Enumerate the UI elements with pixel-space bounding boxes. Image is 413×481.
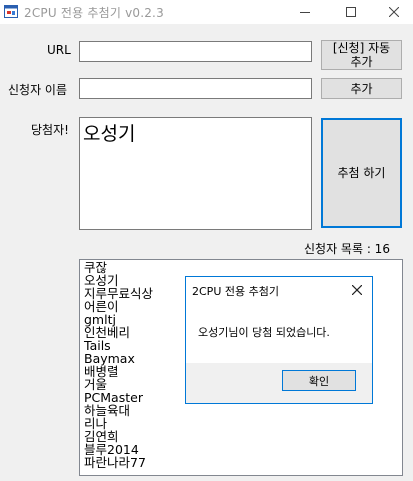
url-label: URL [47, 43, 71, 57]
applicant-name-label: 신청자 이름 [8, 83, 68, 97]
window-title: 2CPU 전용 추첨기 v0.2.3 [24, 6, 164, 20]
maximize-icon[interactable] [331, 0, 371, 24]
url-input[interactable] [79, 41, 312, 62]
close-icon[interactable] [374, 0, 413, 24]
dialog-message: 오성기님이 당첨 되었습니다. [198, 326, 330, 339]
winner-dialog: 2CPU 전용 추첨기 오성기님이 당첨 되었습니다. 확인 [185, 276, 373, 404]
winner-label: 당첨자! [31, 123, 69, 137]
auto-add-button[interactable]: [신청] 자동 추가 [321, 40, 402, 70]
applicant-name-input[interactable] [79, 78, 312, 99]
add-button[interactable]: 추가 [321, 78, 402, 99]
list-item[interactable]: 파란나라77 [84, 456, 146, 469]
draw-button[interactable]: 추첨 하기 [321, 118, 402, 228]
dialog-close-icon[interactable] [347, 280, 367, 300]
dialog-title-bar[interactable]: 2CPU 전용 추첨기 [186, 277, 372, 303]
winner-name: 오성기 [83, 123, 136, 145]
applicant-count-label: 신청자 목록 : 16 [304, 242, 390, 256]
title-bar[interactable]: 2CPU 전용 추첨기 v0.2.3 [0, 0, 413, 24]
dialog-footer: 확인 [186, 363, 372, 403]
dialog-ok-button[interactable]: 확인 [282, 370, 356, 391]
winner-textbox[interactable]: 오성기 [79, 117, 312, 230]
app-icon[interactable] [4, 5, 18, 18]
main-window: 2CPU 전용 추첨기 v0.2.3 URL [신청] 자동 추가 신청자 이름… [0, 0, 413, 481]
dialog-title: 2CPU 전용 추첨기 [192, 285, 279, 298]
minimize-icon[interactable] [285, 0, 325, 24]
